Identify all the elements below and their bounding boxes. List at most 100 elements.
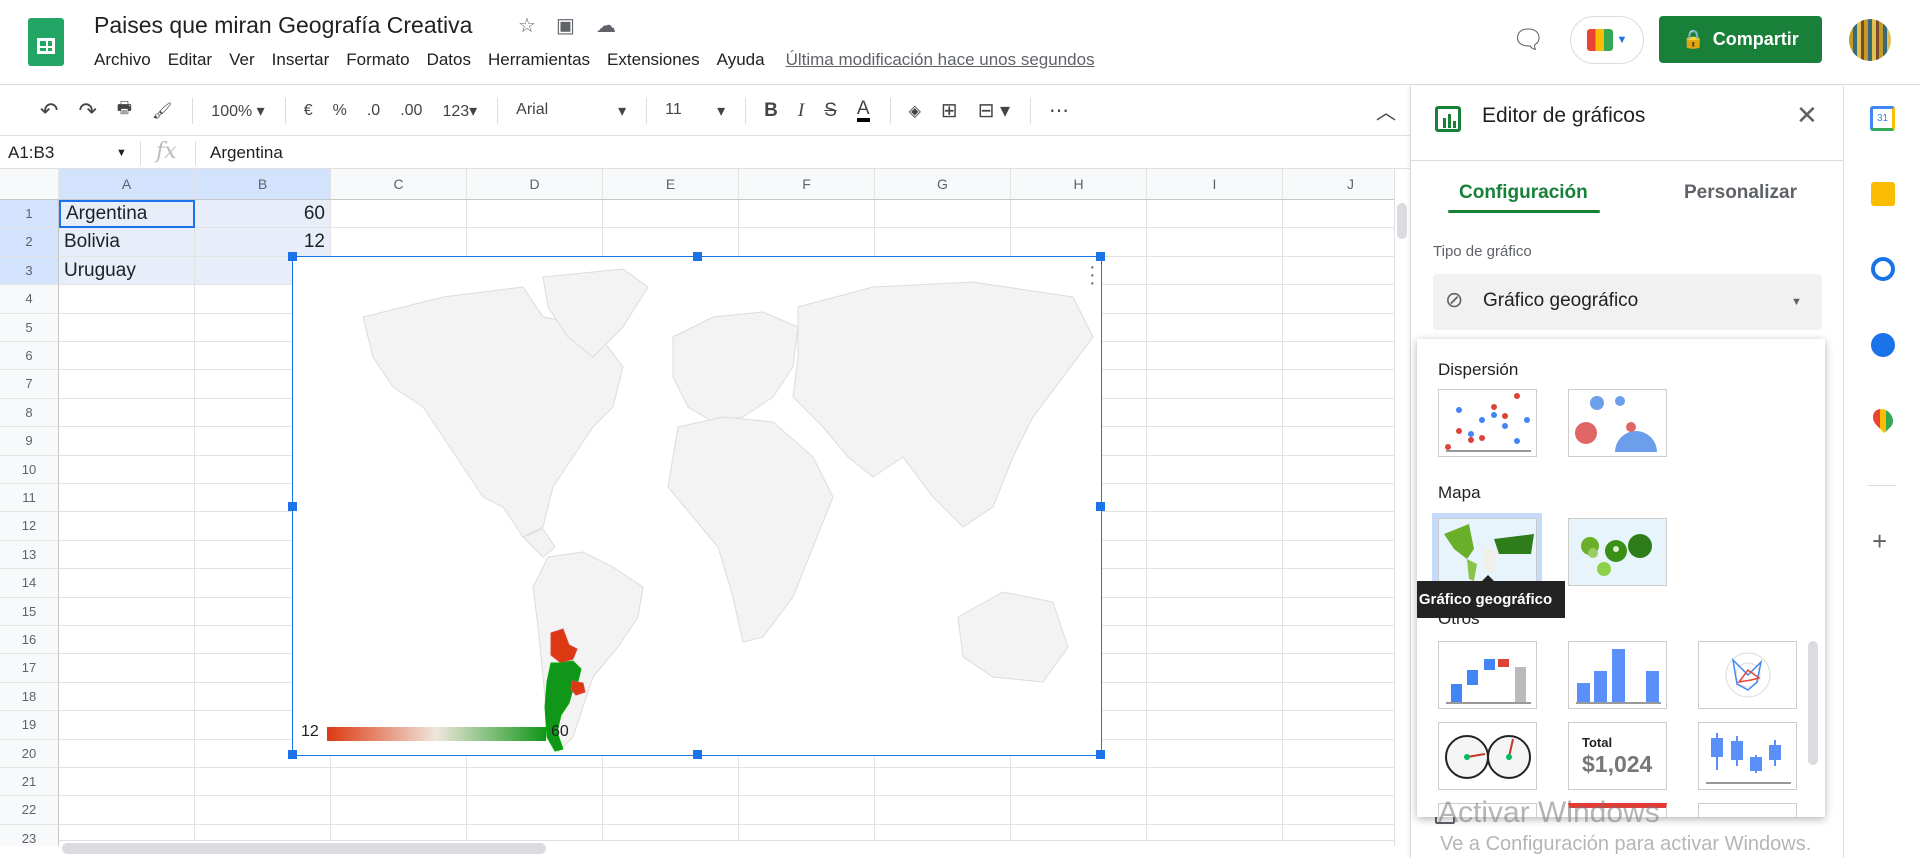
cell-i1[interactable]	[1147, 200, 1283, 229]
cell-i21[interactable]	[1147, 768, 1283, 797]
bubble-chart-option[interactable]	[1568, 389, 1667, 457]
text-color-button[interactable]: A	[856, 99, 870, 122]
row-header-14[interactable]: 14	[0, 569, 59, 598]
column-header-h[interactable]: H	[1011, 169, 1147, 200]
row-header-7[interactable]: 7	[0, 370, 59, 399]
cell-a20[interactable]	[59, 739, 195, 768]
horizontal-scrollbar-thumb[interactable]	[62, 843, 546, 854]
menu-herramientas[interactable]: Herramientas	[488, 50, 590, 70]
column-header-d[interactable]: D	[467, 169, 603, 200]
row-header-13[interactable]: 13	[0, 540, 59, 570]
percent-button[interactable]: %	[333, 102, 347, 120]
formula-input[interactable]: Argentina	[210, 143, 283, 163]
resize-handle[interactable]	[1096, 502, 1105, 511]
cell-a4[interactable]	[59, 285, 195, 314]
cell-j5[interactable]	[1283, 314, 1394, 342]
cell-h1[interactable]	[1011, 200, 1147, 229]
fill-color-icon[interactable]: ◈	[909, 101, 921, 121]
menu-datos[interactable]: Datos	[427, 50, 471, 70]
cell-i15[interactable]	[1147, 597, 1283, 626]
italic-button[interactable]: I	[798, 100, 804, 122]
row-header-16[interactable]: 16	[0, 626, 59, 655]
cell-a18[interactable]	[59, 682, 195, 712]
cell-g22[interactable]	[875, 796, 1011, 825]
row-header-15[interactable]: 15	[0, 597, 59, 626]
cell-d22[interactable]	[467, 796, 603, 825]
cloud-saved-icon[interactable]: ☁	[596, 13, 616, 38]
row-header-21[interactable]: 21	[0, 768, 59, 797]
cell-d1[interactable]	[467, 200, 603, 229]
row-header-8[interactable]: 8	[0, 398, 59, 428]
cell-i5[interactable]	[1147, 313, 1283, 342]
cell-b1[interactable]: 60	[195, 200, 331, 229]
cell-c22[interactable]	[331, 796, 467, 825]
cell-i17[interactable]	[1147, 654, 1283, 683]
add-addon-icon[interactable]: +	[1872, 526, 1887, 557]
keep-icon[interactable]	[1871, 182, 1895, 206]
cell-b21[interactable]	[195, 768, 331, 797]
geo-markers-chart-option[interactable]	[1568, 518, 1667, 586]
cell-a6[interactable]	[59, 342, 195, 371]
cell-i16[interactable]	[1147, 626, 1283, 655]
cell-i19[interactable]	[1147, 711, 1283, 740]
cell-a7[interactable]	[59, 370, 195, 399]
menu-insertar[interactable]: Insertar	[272, 50, 330, 70]
cell-j15[interactable]	[1283, 598, 1394, 626]
menu-formato[interactable]: Formato	[346, 50, 409, 70]
column-header-j[interactable]: J	[1283, 169, 1394, 200]
cell-a21[interactable]	[59, 768, 195, 797]
zoom-select[interactable]: 100% ▾	[211, 101, 264, 121]
cell-a16[interactable]	[59, 626, 195, 655]
tab-personalizar[interactable]: Personalizar	[1684, 182, 1797, 204]
resize-handle[interactable]	[693, 750, 702, 759]
column-header-b[interactable]: B	[195, 169, 331, 200]
cell-j12[interactable]	[1283, 512, 1394, 541]
cell-a19[interactable]	[59, 711, 195, 740]
cell-i3[interactable]	[1147, 256, 1283, 286]
row-header-1[interactable]: 1	[0, 200, 59, 229]
cell-j8[interactable]	[1283, 399, 1394, 428]
cell-a17[interactable]	[59, 654, 195, 683]
cell-a3[interactable]: Uruguay	[59, 256, 195, 286]
row-header-11[interactable]: 11	[0, 484, 59, 513]
cell-i4[interactable]	[1147, 285, 1283, 314]
cell-b2[interactable]: 12	[195, 228, 331, 257]
cell-i9[interactable]	[1147, 427, 1283, 456]
row-header-4[interactable]: 4	[0, 285, 59, 314]
cell-f22[interactable]	[739, 796, 875, 825]
font-select[interactable]: Arial ▾	[516, 101, 626, 121]
scorecard-chart-option[interactable]: Total $1,024	[1568, 722, 1667, 790]
paint-format-icon[interactable]: 🖌	[152, 101, 172, 121]
cell-j18[interactable]	[1283, 683, 1394, 712]
move-folder-icon[interactable]: ▣	[556, 13, 575, 38]
row-header-2[interactable]: 2	[0, 228, 59, 257]
row-header-18[interactable]: 18	[0, 682, 59, 712]
cell-j1[interactable]	[1283, 200, 1394, 229]
chart-type-dropdown[interactable]: ⊘ Gráfico geográfico ▼	[1433, 274, 1822, 330]
cell-j17[interactable]	[1283, 654, 1394, 683]
candlestick-chart-option[interactable]	[1698, 722, 1797, 790]
cell-b22[interactable]	[195, 796, 331, 825]
collapse-toolbar-icon[interactable]: ︿	[1376, 96, 1396, 125]
resize-handle[interactable]	[1096, 750, 1105, 759]
cell-a15[interactable]	[59, 597, 195, 626]
font-size-select[interactable]: 11 ▾	[665, 101, 725, 121]
document-title[interactable]: Paises que miran Geografía Creativa	[94, 12, 472, 39]
cell-a1[interactable]: Argentina	[59, 200, 195, 229]
cell-j19[interactable]	[1283, 711, 1394, 740]
currency-button[interactable]: €	[304, 102, 313, 120]
waterfall-chart-option[interactable]	[1438, 641, 1537, 709]
calendar-icon[interactable]: 31	[1870, 106, 1895, 131]
row-header-3[interactable]: 3	[0, 256, 59, 286]
cell-i22[interactable]	[1147, 796, 1283, 825]
cell-i6[interactable]	[1147, 342, 1283, 371]
radar-chart-option[interactable]	[1698, 641, 1797, 709]
sheets-logo-icon[interactable]	[28, 18, 64, 66]
cell-i12[interactable]	[1147, 512, 1283, 541]
share-button[interactable]: 🔒 Compartir	[1659, 16, 1822, 63]
row-header-22[interactable]: 22	[0, 796, 59, 825]
menu-ayuda[interactable]: Ayuda	[717, 50, 765, 70]
gauge-chart-option[interactable]	[1438, 722, 1537, 790]
menu-extensiones[interactable]: Extensiones	[607, 50, 700, 70]
menu-editar[interactable]: Editar	[168, 50, 212, 70]
